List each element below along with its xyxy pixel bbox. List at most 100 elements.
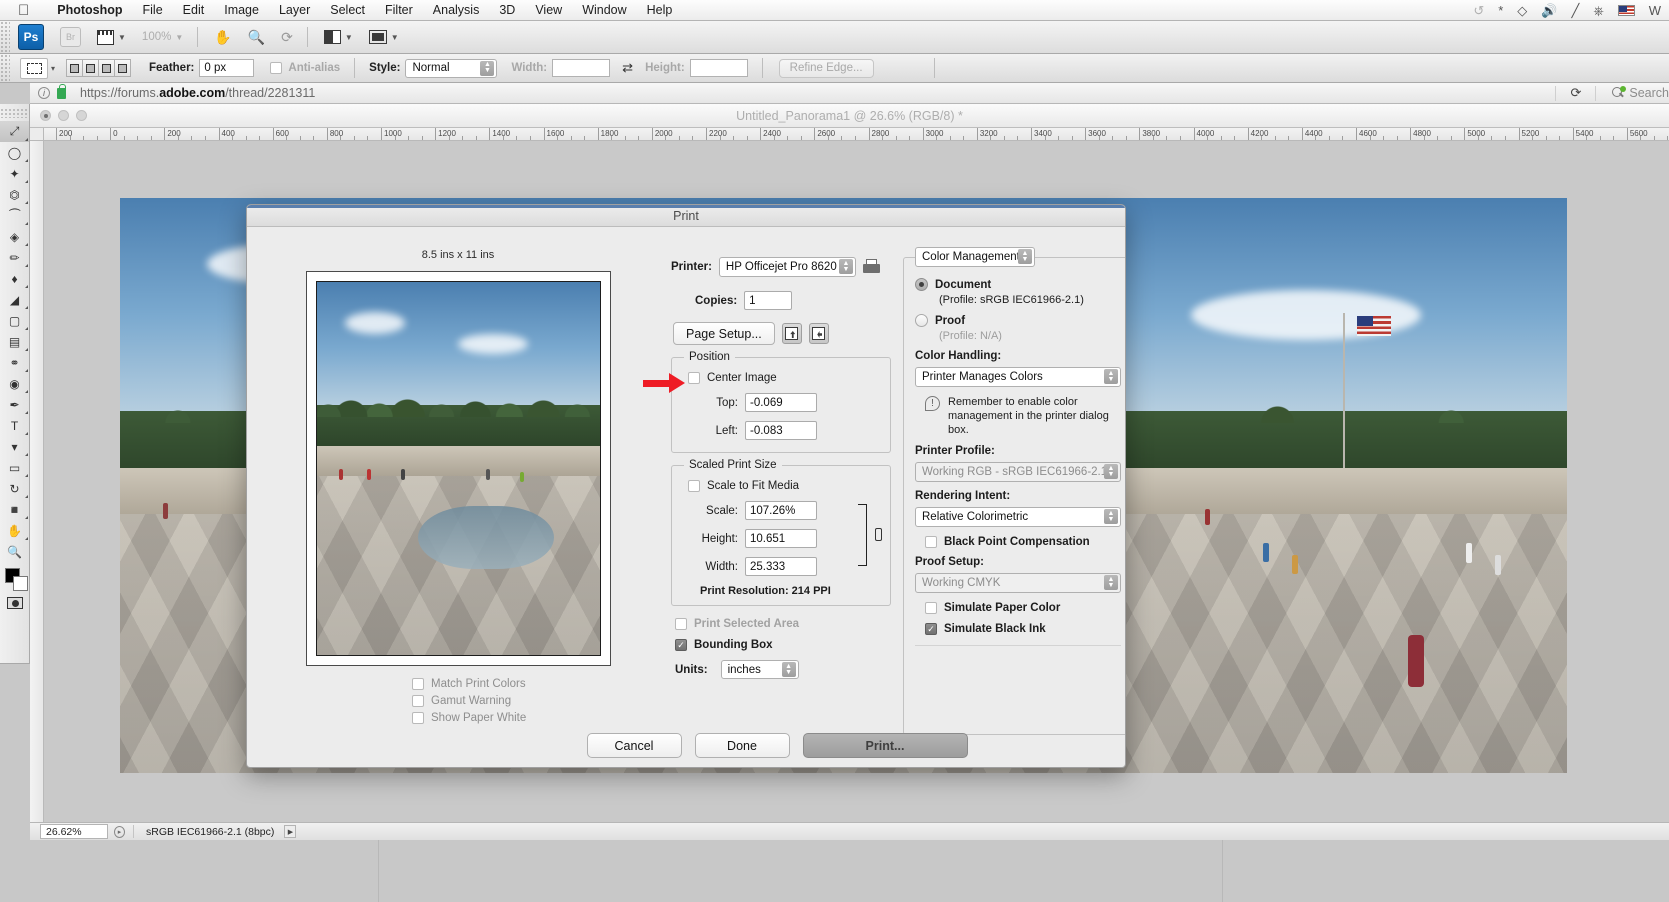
- add-to-selection-button[interactable]: [82, 59, 100, 77]
- zoom-tool-button[interactable]: 🔍: [248, 29, 265, 46]
- background-color-swatch[interactable]: [13, 576, 28, 591]
- menu-item-3d[interactable]: 3D: [489, 3, 525, 17]
- stepper-icon[interactable]: ▲ ▼: [480, 60, 495, 76]
- page-info-icon[interactable]: i: [38, 87, 50, 99]
- spotlight-icon[interactable]: W: [1649, 4, 1661, 17]
- menu-item-file[interactable]: File: [133, 3, 173, 17]
- tool-eyedropper[interactable]: ⏜: [0, 205, 29, 226]
- simulate-paper-color-checkbox[interactable]: [925, 602, 937, 615]
- chevron-down-icon[interactable]: ▾: [51, 64, 55, 73]
- tool-crop[interactable]: ⏣: [0, 184, 29, 205]
- view-extras-control[interactable]: ▼: [97, 29, 126, 45]
- document-radio[interactable]: [915, 278, 928, 291]
- tool-clone-stamp[interactable]: ♦: [0, 268, 29, 289]
- hand-tool-button[interactable]: ✋: [214, 29, 231, 46]
- tool-shape[interactable]: ▭: [0, 457, 29, 478]
- simulate-black-ink-row[interactable]: Simulate Black Ink: [925, 623, 1121, 636]
- bounding-box-checkbox[interactable]: [675, 639, 687, 651]
- width-input[interactable]: [552, 59, 611, 77]
- tool-magic-wand[interactable]: ✦: [0, 163, 29, 184]
- wifi-icon[interactable]: ◇: [1517, 4, 1527, 17]
- simulate-paper-color-row[interactable]: Simulate Paper Color: [925, 602, 1121, 615]
- portrait-orientation-button[interactable]: [781, 323, 802, 344]
- black-point-compensation-row[interactable]: Black Point Compensation: [925, 536, 1121, 549]
- print-button[interactable]: Print...: [802, 733, 968, 758]
- bluetooth-icon[interactable]: *: [1498, 4, 1503, 17]
- rectangular-marquee-tool-preset[interactable]: [20, 57, 48, 79]
- match-print-colors-row[interactable]: Match Print Colors: [412, 678, 668, 690]
- printer-settings-icon[interactable]: [862, 259, 880, 275]
- simulate-black-ink-checkbox[interactable]: [925, 623, 937, 636]
- printer-profile-select[interactable]: Working RGB - sRGB IEC61966-2.1 ▲ ▼: [915, 462, 1121, 483]
- zoom-percentage-input[interactable]: 26.62%: [40, 824, 108, 839]
- stepper-icon[interactable]: ▲ ▼: [1018, 249, 1032, 264]
- menu-item-select[interactable]: Select: [320, 3, 375, 17]
- landscape-orientation-button[interactable]: [808, 323, 829, 344]
- tool-move[interactable]: ⤢: [0, 121, 29, 142]
- tool-gradient[interactable]: ▤: [0, 331, 29, 352]
- feather-input[interactable]: 0 px: [199, 59, 255, 77]
- stepper-icon[interactable]: ▲ ▼: [1104, 369, 1118, 384]
- tool-history-brush[interactable]: ◢: [0, 289, 29, 310]
- left-input[interactable]: -0.083: [745, 421, 817, 440]
- gamut-warning-checkbox[interactable]: [412, 695, 424, 707]
- close-window-button[interactable]: [40, 110, 51, 121]
- pencil-icon[interactable]: ╱: [1571, 4, 1579, 17]
- us-flag-icon[interactable]: [1617, 4, 1635, 16]
- window-controls[interactable]: [40, 110, 87, 121]
- screen-mode-control[interactable]: ▼: [368, 30, 399, 44]
- tool-dodge[interactable]: ◉: [0, 373, 29, 394]
- intersect-selection-button[interactable]: [114, 59, 132, 77]
- menu-item-window[interactable]: Window: [572, 3, 636, 17]
- options-bar-grip[interactable]: [0, 54, 10, 82]
- tool-type[interactable]: T: [0, 415, 29, 436]
- canvas-area[interactable]: Print 8.5 ins x 11 ins Match Print Color…: [44, 141, 1669, 824]
- menu-item-edit[interactable]: Edit: [173, 3, 215, 17]
- copies-input[interactable]: 1: [744, 291, 793, 310]
- proof-setup-select[interactable]: Working CMYK ▲ ▼: [915, 573, 1121, 594]
- print-width-input[interactable]: 25.333: [745, 557, 817, 576]
- show-paper-white-checkbox[interactable]: [412, 712, 424, 724]
- apple-icon[interactable]: : [18, 3, 29, 18]
- document-radio-row[interactable]: Document: [915, 278, 1121, 291]
- time-machine-icon[interactable]: ↺: [1473, 4, 1484, 17]
- tool-path-selection[interactable]: ▾: [0, 436, 29, 457]
- scale-to-fit-media-checkbox[interactable]: [688, 480, 700, 492]
- tools-panel-grip[interactable]: [0, 108, 29, 118]
- tool-spot-healing[interactable]: ◈: [0, 226, 29, 247]
- volume-icon[interactable]: 🔊: [1541, 4, 1557, 17]
- top-input[interactable]: -0.069: [745, 393, 817, 412]
- height-input[interactable]: [689, 59, 748, 77]
- proof-radio[interactable]: [915, 314, 928, 327]
- new-selection-button[interactable]: [66, 59, 84, 77]
- proof-radio-row[interactable]: Proof: [915, 314, 1121, 327]
- refine-edge-button[interactable]: Refine Edge...: [778, 58, 874, 78]
- tool-blur[interactable]: ⚭: [0, 352, 29, 373]
- tool-eraser[interactable]: ▢: [0, 310, 29, 331]
- toolbar-grip[interactable]: [0, 21, 10, 53]
- url-text[interactable]: https://forums.adobe.com/thread/2281311: [80, 86, 315, 100]
- rotate-view-button[interactable]: ⟳: [281, 29, 293, 46]
- constrain-proportions-link[interactable]: [858, 504, 882, 566]
- gamut-warning-row[interactable]: Gamut Warning: [412, 695, 668, 707]
- menu-item-layer[interactable]: Layer: [269, 3, 320, 17]
- tool-lasso[interactable]: ◯: [0, 142, 29, 163]
- reload-icon[interactable]: ⟳: [1570, 85, 1581, 101]
- paper-preview[interactable]: [305, 271, 611, 666]
- tool-brush[interactable]: ✏: [0, 247, 29, 268]
- units-select[interactable]: inches ▲ ▼: [720, 660, 799, 679]
- quick-mask-button[interactable]: [0, 592, 29, 614]
- stepper-icon[interactable]: ▲ ▼: [1104, 509, 1118, 525]
- tool-zoom[interactable]: 🔍: [0, 541, 29, 562]
- show-paper-white-row[interactable]: Show Paper White: [412, 712, 668, 724]
- document-icon[interactable]: ▸: [114, 825, 125, 838]
- menu-item-image[interactable]: Image: [214, 3, 269, 17]
- color-swatches[interactable]: [0, 566, 29, 592]
- anti-alias-checkbox[interactable]: [270, 62, 283, 74]
- style-select[interactable]: Normal ▲ ▼: [405, 58, 498, 78]
- center-image-row[interactable]: Center Image: [688, 372, 880, 384]
- bounding-box-row[interactable]: Bounding Box: [675, 639, 891, 651]
- menu-item-filter[interactable]: Filter: [375, 3, 423, 17]
- menu-item-view[interactable]: View: [525, 3, 572, 17]
- done-button[interactable]: Done: [694, 733, 790, 758]
